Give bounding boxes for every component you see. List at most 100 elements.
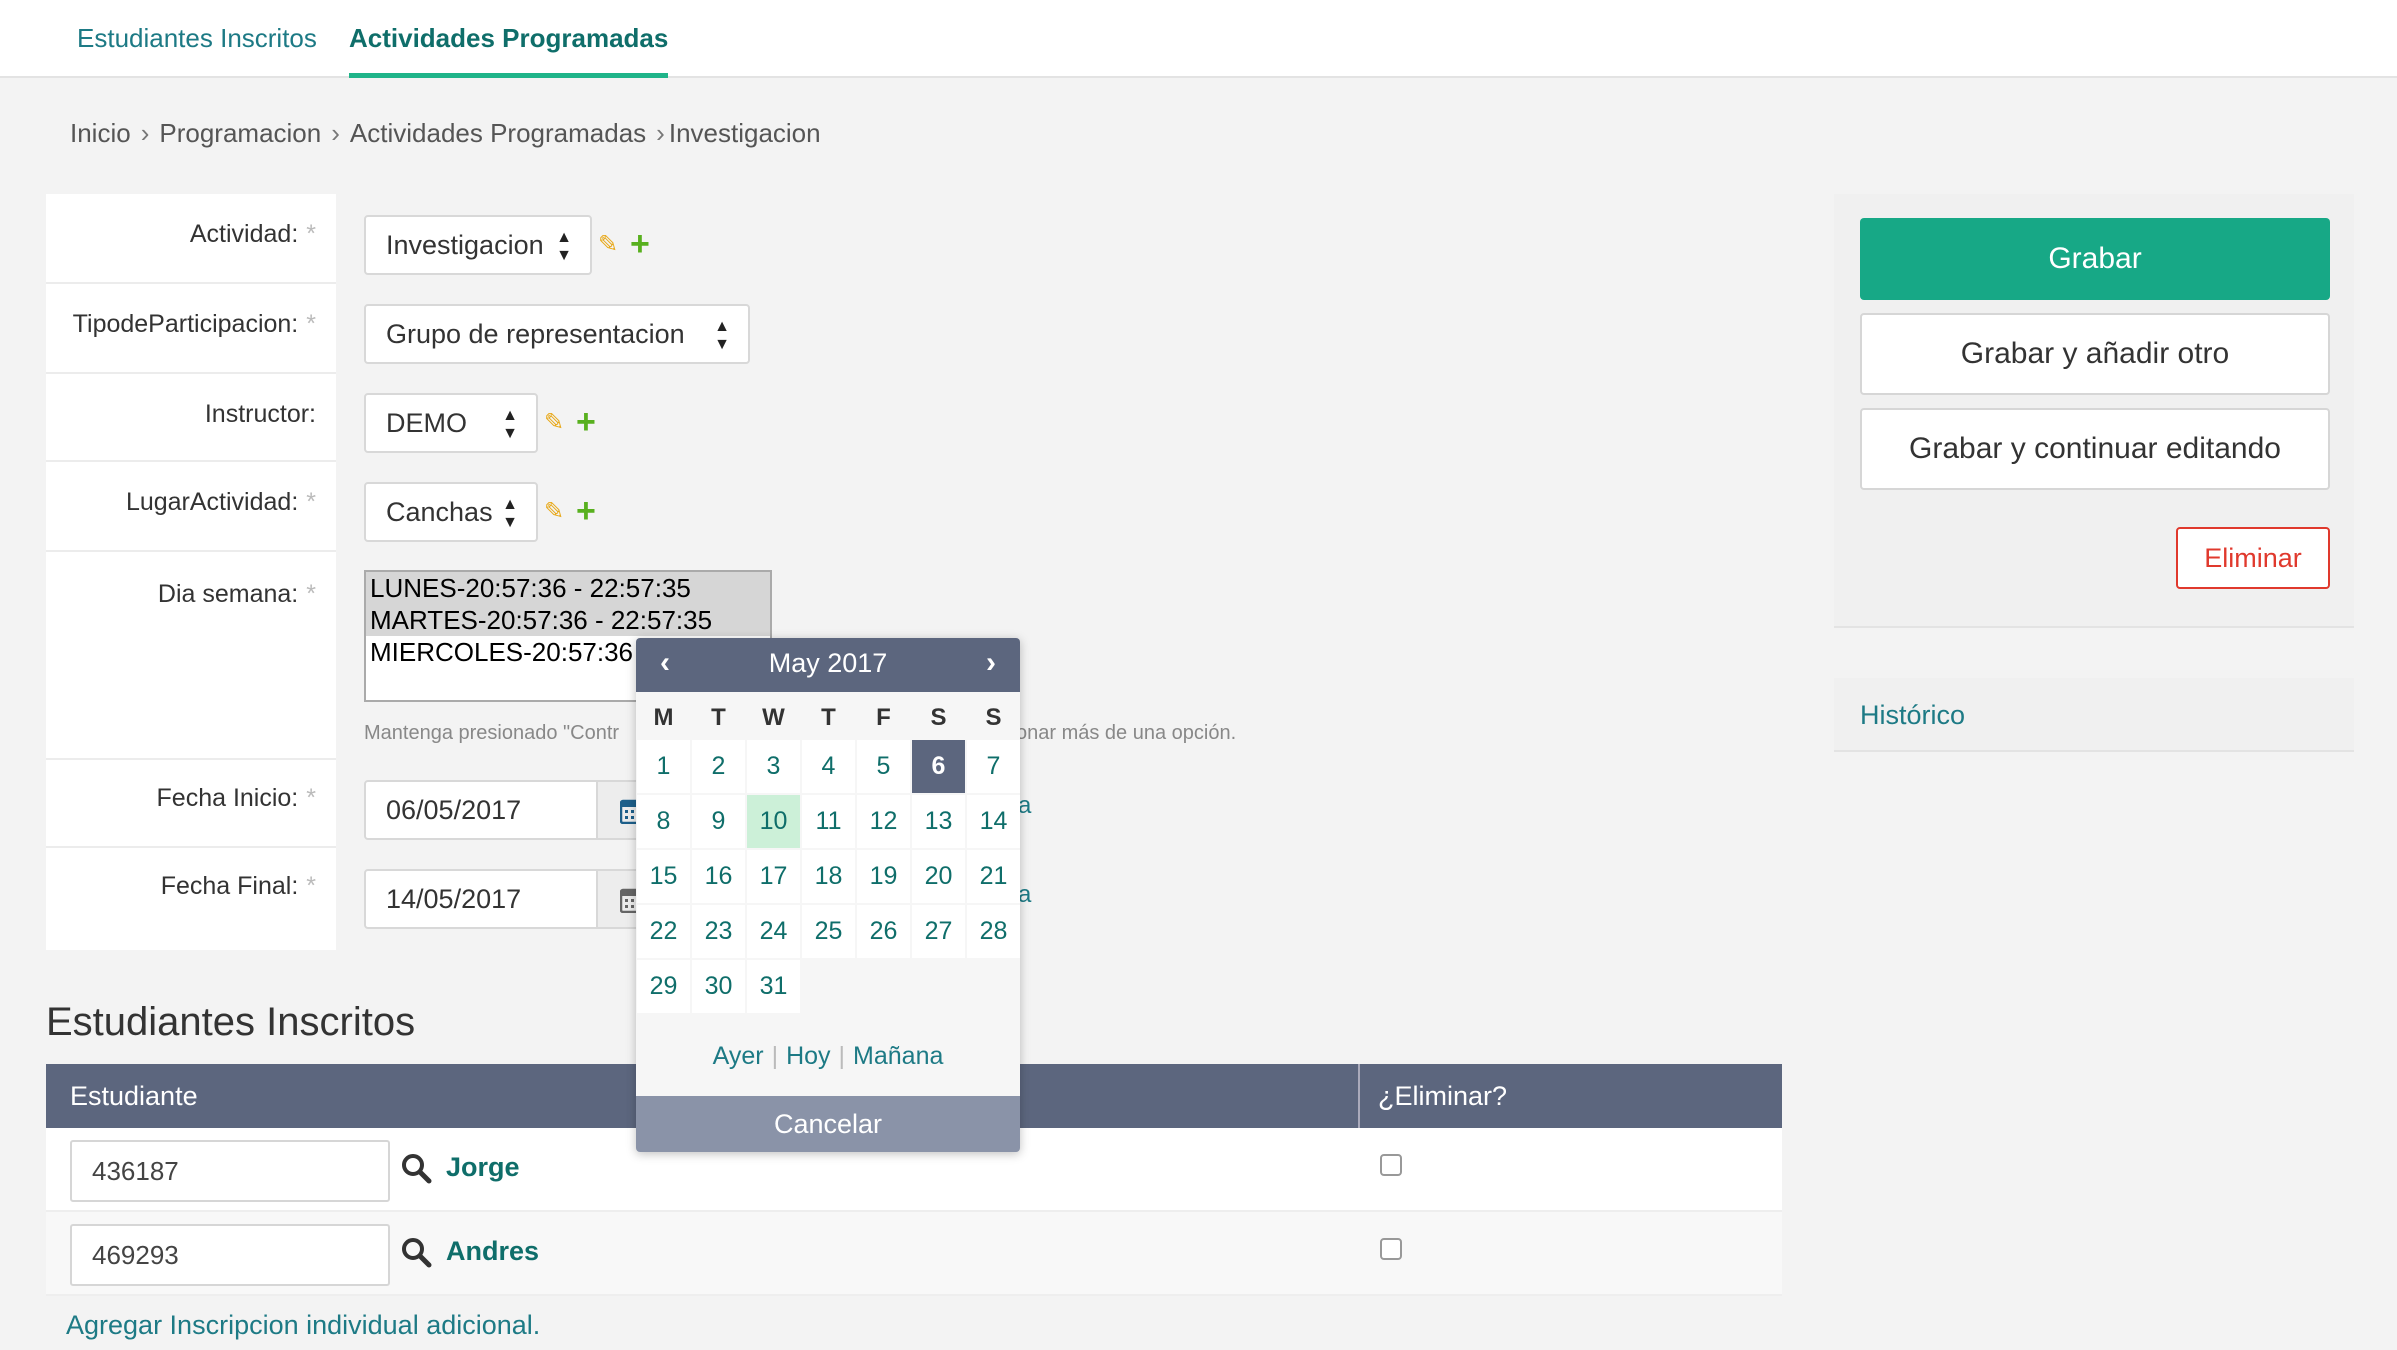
tipo-participacion-select[interactable]: Grupo de representacion ▲ ▼ (364, 304, 750, 364)
calendar-day[interactable]: 11 (802, 795, 855, 848)
column-divider (1358, 1064, 1360, 1128)
section-title: Estudiantes Inscritos (46, 1000, 416, 1044)
calendar-day[interactable]: 20 (912, 850, 965, 903)
breadcrumb: Inicio › Programacion › Actividades Programa… (70, 118, 831, 149)
today-link-fragment[interactable]: a (1018, 792, 1031, 820)
delete-checkbox[interactable] (1380, 1238, 1402, 1260)
fecha-inicio-input[interactable]: 06/05/2017 (364, 780, 598, 840)
manana-link[interactable]: Mañana (853, 1042, 943, 1070)
instructor-select[interactable]: DEMO ▲ ▼ (364, 393, 538, 453)
calendar-day[interactable]: 3 (747, 740, 800, 793)
plus-icon[interactable]: + (576, 405, 596, 439)
instructor-value: DEMO (386, 408, 467, 438)
student-id-input[interactable]: 436187 (70, 1140, 390, 1202)
calendar-day[interactable]: 1 (637, 740, 690, 793)
calendar-day[interactable]: 29 (637, 960, 690, 1013)
plus-icon[interactable]: + (630, 227, 650, 261)
calendar-day[interactable]: 7 (967, 740, 1020, 793)
select-arrows-icon: ▲ ▼ (502, 407, 518, 442)
breadcrumb-inicio[interactable]: Inicio (70, 118, 131, 148)
save-and-continue-button[interactable]: Grabar y continuar editando (1860, 408, 2330, 490)
select-arrows-icon: ▲ ▼ (556, 229, 572, 264)
calendar-day[interactable]: 25 (802, 905, 855, 958)
add-inscripcion-link[interactable]: Agregar Inscripcion individual adicional… (66, 1310, 540, 1341)
historico-link[interactable]: Histórico (1860, 700, 1965, 731)
calendar-cancel-button[interactable]: Cancelar (636, 1096, 1020, 1152)
help-text-left: Mantenga presionado "Contr (364, 722, 620, 744)
calendar-day[interactable]: 8 (637, 795, 690, 848)
calendar-day[interactable]: 15 (637, 850, 690, 903)
delete-checkbox[interactable] (1380, 1154, 1402, 1176)
calendar-day[interactable]: 26 (857, 905, 910, 958)
label-text: Fecha Inicio: (156, 784, 299, 812)
calendar-day[interactable]: 28 (967, 905, 1020, 958)
today-link-fragment[interactable]: a (1018, 881, 1031, 909)
calendar-day[interactable]: 5 (857, 740, 910, 793)
dia-option-martes[interactable]: MARTES-20:57:36 - 22:57:35 (366, 604, 770, 636)
student-name-link[interactable]: Jorge (446, 1152, 520, 1183)
calendar-shortcuts: Ayer | Hoy | Mañana (636, 1042, 1020, 1071)
weekday-header: F (876, 704, 891, 731)
label-fecha-final: Fecha Final: * (46, 848, 336, 950)
label-text: Actividad: (189, 220, 299, 248)
ayer-link[interactable]: Ayer (713, 1042, 764, 1070)
calendar-day[interactable]: 10 (747, 795, 800, 848)
select-arrows-icon: ▲ ▼ (502, 496, 518, 531)
calendar-day[interactable]: 19 (857, 850, 910, 903)
tab-estudiantes-inscritos[interactable]: Estudiantes Inscritos (77, 0, 317, 78)
hoy-link[interactable]: Hoy (786, 1042, 830, 1070)
calendar-day[interactable]: 27 (912, 905, 965, 958)
search-icon[interactable] (400, 1152, 432, 1184)
save-button[interactable]: Grabar (1860, 218, 2330, 300)
pencil-icon[interactable]: ✎ (544, 497, 564, 526)
pencil-icon[interactable]: ✎ (598, 230, 618, 259)
plus-icon[interactable]: + (576, 494, 596, 528)
label-text: Instructor: (204, 400, 316, 428)
calendar-day[interactable]: 4 (802, 740, 855, 793)
delete-button[interactable]: Eliminar (2176, 527, 2330, 589)
required-mark: * (306, 220, 316, 248)
save-and-add-button[interactable]: Grabar y añadir otro (1860, 313, 2330, 395)
label-tipo-participacion: TipodeParticipacion: * (46, 284, 336, 374)
label-text: LugarActividad: (125, 488, 299, 516)
student-id-input[interactable]: 469293 (70, 1224, 390, 1286)
actividad-select[interactable]: Investigacion ▲ ▼ (364, 215, 592, 275)
calendar-day[interactable]: 12 (857, 795, 910, 848)
weekday-header: W (762, 704, 785, 731)
dia-help-text: Mantenga presionado "Contr onar más de un… (364, 722, 1236, 745)
calendar-day[interactable]: 16 (692, 850, 745, 903)
calendar-day[interactable]: 17 (747, 850, 800, 903)
weekday-header: T (821, 704, 836, 731)
search-icon[interactable] (400, 1236, 432, 1268)
calendar-day[interactable]: 13 (912, 795, 965, 848)
calendar-day[interactable]: 21 (967, 850, 1020, 903)
required-mark: * (306, 580, 316, 608)
calendar-day[interactable]: 22 (637, 905, 690, 958)
weekday-header: S (985, 704, 1002, 731)
calendar-day[interactable]: 30 (692, 960, 745, 1013)
breadcrumb-actividades-programadas[interactable]: Actividades Programadas (350, 118, 646, 148)
tab-actividades-programadas[interactable]: Actividades Programadas (349, 0, 669, 78)
fecha-final-input[interactable]: 14/05/2017 (364, 869, 598, 929)
calendar-day[interactable]: 18 (802, 850, 855, 903)
dia-option-lunes[interactable]: LUNES-20:57:36 - 22:57:35 (366, 572, 770, 604)
calendar-day[interactable]: 24 (747, 905, 800, 958)
chevron-right-icon[interactable]: › (986, 646, 996, 680)
breadcrumb-programacion[interactable]: Programacion (159, 118, 321, 148)
label-fecha-inicio: Fecha Inicio: * (46, 760, 336, 848)
lugar-actividad-select[interactable]: Canchas ▲ ▼ (364, 482, 538, 542)
calendar-day[interactable]: 9 (692, 795, 745, 848)
calendar-day[interactable]: 31 (747, 960, 800, 1013)
label-instructor: Instructor: (46, 374, 336, 462)
calendar-day[interactable]: 6 (912, 740, 965, 793)
calendar-day[interactable]: 23 (692, 905, 745, 958)
pencil-icon[interactable]: ✎ (544, 408, 564, 437)
calendar-day[interactable]: 2 (692, 740, 745, 793)
calendar-day[interactable]: 14 (967, 795, 1020, 848)
lugar-value: Canchas (386, 497, 493, 527)
label-dia-semana: Dia semana: * (46, 552, 336, 760)
student-name-link[interactable]: Andres (446, 1236, 539, 1267)
col-eliminar: ¿Eliminar? (1378, 1081, 1508, 1111)
label-actividad: Actividad: * (46, 194, 336, 284)
breadcrumb-separator: › (656, 118, 665, 148)
